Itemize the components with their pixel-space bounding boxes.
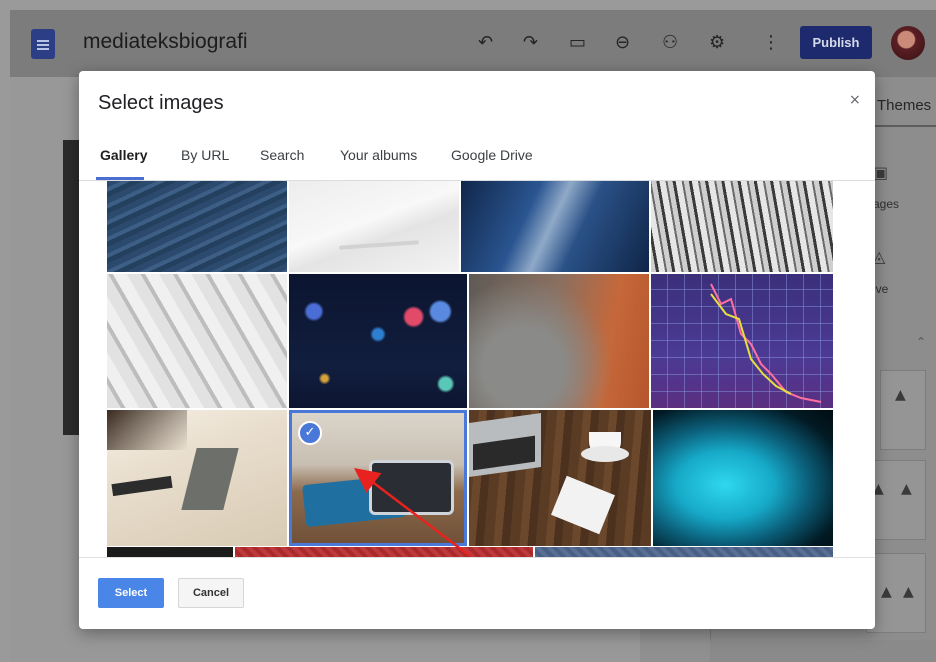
gallery-image-blue-wave-abstract[interactable] — [461, 181, 649, 272]
tab-google-drive[interactable]: Google Drive — [451, 147, 533, 163]
publish-button[interactable]: Publish — [800, 26, 872, 59]
images-insert-label[interactable]: ages — [873, 197, 899, 211]
gallery-image-audio-mixer-console[interactable] — [651, 181, 833, 272]
image-placeholder-icon: ▲ — [901, 481, 912, 497]
gallery-image-dark-strip[interactable] — [107, 547, 233, 557]
tab-your-albums[interactable]: Your albums — [340, 147, 417, 163]
gallery-image-blue-pattern-strip[interactable] — [535, 547, 833, 557]
settings-icon[interactable]: ⚙ — [709, 32, 725, 54]
preview-icon[interactable]: ▭ — [569, 32, 586, 54]
sites-logo-icon — [31, 29, 55, 59]
images-icon[interactable]: ▣ — [873, 163, 888, 182]
gallery-image-laptop-coffee-notebook[interactable] — [469, 410, 651, 546]
undo-icon[interactable]: ↶ — [478, 32, 493, 54]
tab-gallery[interactable]: Gallery — [100, 147, 147, 163]
close-icon[interactable]: × — [849, 92, 861, 108]
gallery-scrollbar[interactable] — [865, 181, 871, 557]
tab-themes[interactable]: Themes — [877, 97, 931, 114]
image-placeholder-icon: ▲ — [895, 387, 906, 403]
more-icon[interactable]: ⋮ — [762, 32, 780, 54]
footer-divider — [79, 557, 875, 558]
avatar[interactable] — [891, 26, 925, 60]
gallery-image-white-geometric-tiles[interactable] — [107, 274, 287, 408]
dialog-title: Select images — [98, 92, 224, 114]
image-placeholder-icon: ▲ — [881, 584, 892, 600]
gallery-image-blue-notebook-tablet[interactable]: ✓ — [289, 410, 467, 546]
select-button[interactable]: Select — [98, 578, 164, 608]
selected-check-icon: ✓ — [298, 421, 322, 445]
image-gallery: ✓ — [79, 181, 875, 557]
dialog-tabs: Gallery By URL Search Your albums Google… — [79, 141, 875, 179]
tab-by-url[interactable]: By URL — [181, 147, 229, 163]
app-header: mediateksbiografi ↶ ↷ ▭ ⊖ ⚇ ⚙ ⋮ Publish — [10, 10, 936, 77]
site-title[interactable]: mediateksbiografi — [83, 30, 248, 54]
gallery-image-white-snow-feather[interactable] — [289, 181, 459, 272]
gallery-image-red-pattern-strip[interactable] — [235, 547, 533, 557]
tab-divider — [872, 125, 936, 127]
layout-tile[interactable]: ▲ ▲ — [866, 553, 926, 633]
layout-tile[interactable]: ▲ ▲ — [866, 460, 926, 540]
chart-line-graphic — [710, 283, 822, 403]
gallery-image-night-bokeh-lights[interactable] — [289, 274, 467, 408]
gallery-image-office-desk-laptop[interactable] — [107, 410, 287, 546]
select-images-dialog: Select images × Gallery By URL Search Yo… — [79, 71, 875, 629]
gallery-image-orange-blur-gradient[interactable] — [469, 274, 649, 408]
share-icon[interactable]: ⚇ — [662, 32, 678, 54]
layout-tile[interactable]: ▲ — [880, 370, 926, 450]
image-placeholder-icon: ▲ — [903, 584, 914, 600]
redo-icon[interactable]: ↷ — [523, 32, 538, 54]
gallery-image-stock-chart-screen[interactable] — [651, 274, 833, 408]
cancel-button[interactable]: Cancel — [178, 578, 244, 608]
tab-search[interactable]: Search — [260, 147, 304, 163]
gallery-image-blue-textured-rock[interactable] — [107, 181, 287, 272]
drive-insert-label[interactable]: ive — [873, 282, 888, 296]
side-panel-footer — [710, 640, 936, 662]
link-icon[interactable]: ⊖ — [615, 32, 630, 54]
chevron-up-icon[interactable]: ⌃ — [916, 335, 926, 349]
gallery-image-cyan-glow-abstract[interactable] — [653, 410, 833, 546]
